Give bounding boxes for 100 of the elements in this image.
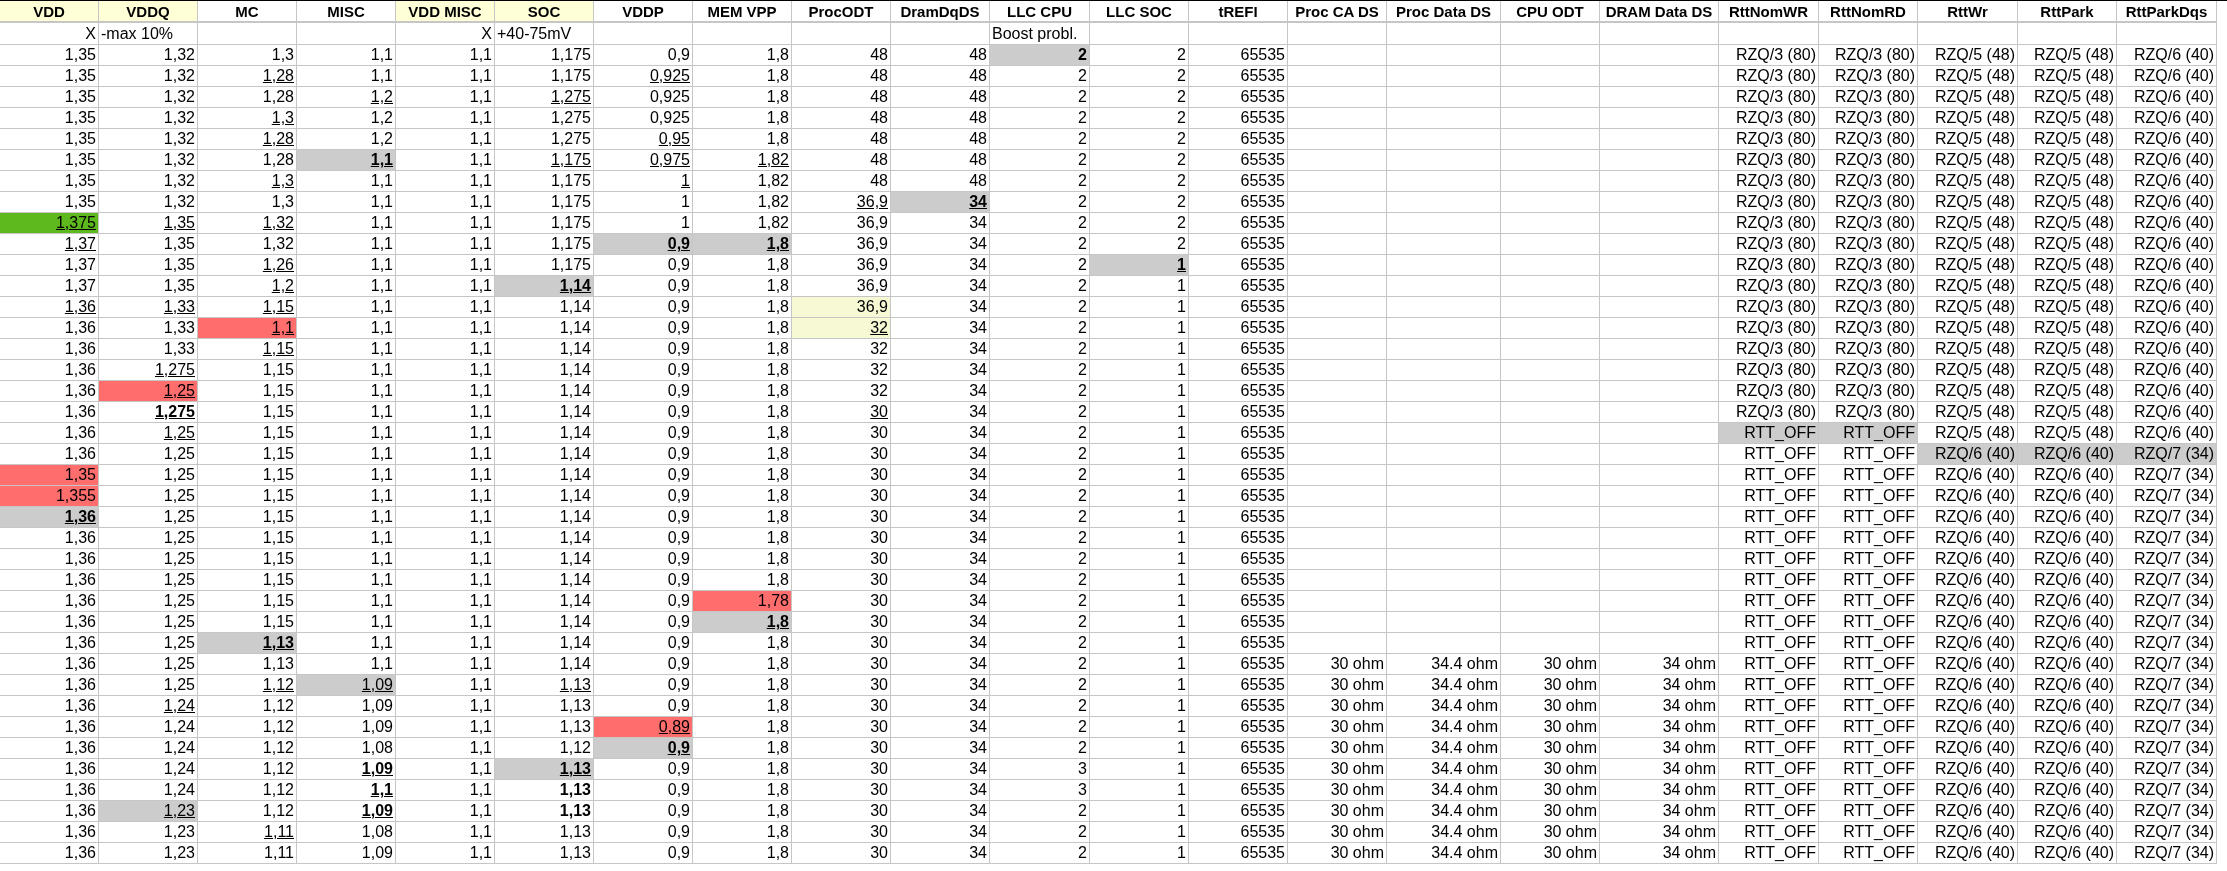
column-header[interactable]: Proc Data DS xyxy=(1387,1,1501,23)
column-header[interactable]: MC xyxy=(198,1,297,23)
table-cell: RTT_OFF xyxy=(1819,507,1918,528)
table-cell: RTT_OFF xyxy=(1819,528,1918,549)
table-cell: 1,36 xyxy=(0,612,99,633)
table-cell: RTT_OFF xyxy=(1719,696,1819,717)
column-header[interactable]: RttNomRD xyxy=(1819,1,1918,23)
table-cell: RZQ/5 (48) xyxy=(2018,297,2117,318)
table-cell: 2 xyxy=(1090,129,1189,150)
table-cell: 1 xyxy=(594,171,693,192)
table-cell: 48 xyxy=(891,66,990,87)
table-cell: 1,36 xyxy=(0,318,99,339)
table-cell: 1,25 xyxy=(99,507,198,528)
table-cell: RZQ/7 (34) xyxy=(2117,570,2217,591)
table-cell: 1,15 xyxy=(198,465,297,486)
table-cell: RZQ/7 (34) xyxy=(2117,591,2217,612)
table-cell: 1,36 xyxy=(0,780,99,801)
table-cell: 34 ohm xyxy=(1600,759,1719,780)
table-cell: 30 xyxy=(792,549,891,570)
column-header[interactable]: VDD MISC xyxy=(396,1,495,23)
table-cell: 1,36 xyxy=(0,633,99,654)
column-header[interactable]: SOC xyxy=(495,1,594,23)
table-cell: 34 xyxy=(891,654,990,675)
column-header[interactable]: DramDqDS xyxy=(891,1,990,23)
table-cell: RZQ/6 (40) xyxy=(2018,612,2117,633)
column-header[interactable]: CPU ODT xyxy=(1501,1,1600,23)
column-header[interactable]: VDDP xyxy=(594,1,693,23)
table-cell: 1,1 xyxy=(396,87,495,108)
table-cell: RZQ/6 (40) xyxy=(2117,87,2217,108)
table-cell: RZQ/6 (40) xyxy=(2018,717,2117,738)
table-cell: 1,32 xyxy=(99,129,198,150)
column-header[interactable]: RttWr xyxy=(1918,1,2018,23)
column-header[interactable]: tREFI xyxy=(1189,1,1288,23)
column-header[interactable]: RttPark xyxy=(2018,1,2117,23)
table-cell: 1,13 xyxy=(495,780,594,801)
table-cell: 1,1 xyxy=(396,528,495,549)
table-cell: 1,24 xyxy=(99,759,198,780)
table-cell: RZQ/6 (40) xyxy=(2018,822,2117,843)
table-cell: RZQ/3 (80) xyxy=(1819,45,1918,66)
table-cell: 1,1 xyxy=(396,822,495,843)
table-cell: RZQ/5 (48) xyxy=(2018,213,2117,234)
table-cell: 1,12 xyxy=(198,717,297,738)
table-cell: 34 xyxy=(891,549,990,570)
table-cell: RZQ/6 (40) xyxy=(1918,801,2018,822)
table-cell: 2 xyxy=(990,108,1090,129)
table-cell: RZQ/3 (80) xyxy=(1819,318,1918,339)
table-cell: RTT_OFF xyxy=(1819,591,1918,612)
column-header[interactable]: VDDQ xyxy=(99,1,198,23)
table-cell: RZQ/6 (40) xyxy=(2117,402,2217,423)
table-cell: RZQ/3 (80) xyxy=(1819,129,1918,150)
table-cell: 2 xyxy=(990,591,1090,612)
table-cell: 1,175 xyxy=(495,150,594,171)
table-cell: 1,14 xyxy=(495,528,594,549)
table-cell: 2 xyxy=(990,381,1090,402)
column-header[interactable]: ProcODT xyxy=(792,1,891,23)
column-header[interactable]: LLC CPU xyxy=(990,1,1090,23)
table-cell: RZQ/6 (40) xyxy=(2018,801,2117,822)
table-cell: 2 xyxy=(990,843,1090,864)
table-cell: 1,36 xyxy=(0,507,99,528)
table-cell: 1,15 xyxy=(198,570,297,591)
table-cell: 1,82 xyxy=(693,192,792,213)
table-cell: RTT_OFF xyxy=(1719,675,1819,696)
table-cell: 1,1 xyxy=(396,318,495,339)
table-cell: 34 ohm xyxy=(1600,822,1719,843)
column-header[interactable]: VDD xyxy=(0,1,99,23)
table-cell: 65535 xyxy=(1189,465,1288,486)
table-cell: 2 xyxy=(1090,87,1189,108)
table-cell: RZQ/7 (34) xyxy=(2117,507,2217,528)
table-cell: 1 xyxy=(1090,654,1189,675)
column-header[interactable]: Proc CA DS xyxy=(1288,1,1387,23)
table-cell: 0,9 xyxy=(594,780,693,801)
column-header[interactable]: RttNomWR xyxy=(1719,1,1819,23)
table-cell: RZQ/5 (48) xyxy=(1918,255,2018,276)
column-header[interactable]: MEM VPP xyxy=(693,1,792,23)
table-cell: 2 xyxy=(990,150,1090,171)
table-cell: 65535 xyxy=(1189,591,1288,612)
column-header[interactable]: DRAM Data DS xyxy=(1600,1,1719,23)
table-cell: RZQ/6 (40) xyxy=(1918,465,2018,486)
table-cell: 1,15 xyxy=(198,549,297,570)
table-cell: 1,13 xyxy=(198,633,297,654)
table-cell: 1,1 xyxy=(396,654,495,675)
table-cell: 2 xyxy=(990,192,1090,213)
table-cell: 1,14 xyxy=(495,318,594,339)
table-cell: 1,1 xyxy=(396,696,495,717)
table-cell: 1,15 xyxy=(198,528,297,549)
table-cell: 1,25 xyxy=(99,549,198,570)
table-cell: 2 xyxy=(990,633,1090,654)
table-cell: RTT_OFF xyxy=(1719,591,1819,612)
table-cell: 30 xyxy=(792,465,891,486)
table-cell: RZQ/6 (40) xyxy=(2117,276,2217,297)
column-header[interactable]: RttParkDqs xyxy=(2117,1,2217,23)
table-cell: RTT_OFF xyxy=(1819,843,1918,864)
table-cell: RZQ/7 (34) xyxy=(2117,444,2217,465)
table-cell: 2 xyxy=(990,465,1090,486)
table-cell: 2 xyxy=(990,339,1090,360)
table-cell: 65535 xyxy=(1189,423,1288,444)
table-cell: RTT_OFF xyxy=(1819,738,1918,759)
table-cell: RZQ/7 (34) xyxy=(2117,759,2217,780)
column-header[interactable]: LLC SOC xyxy=(1090,1,1189,23)
table-cell: 30 ohm xyxy=(1288,801,1387,822)
